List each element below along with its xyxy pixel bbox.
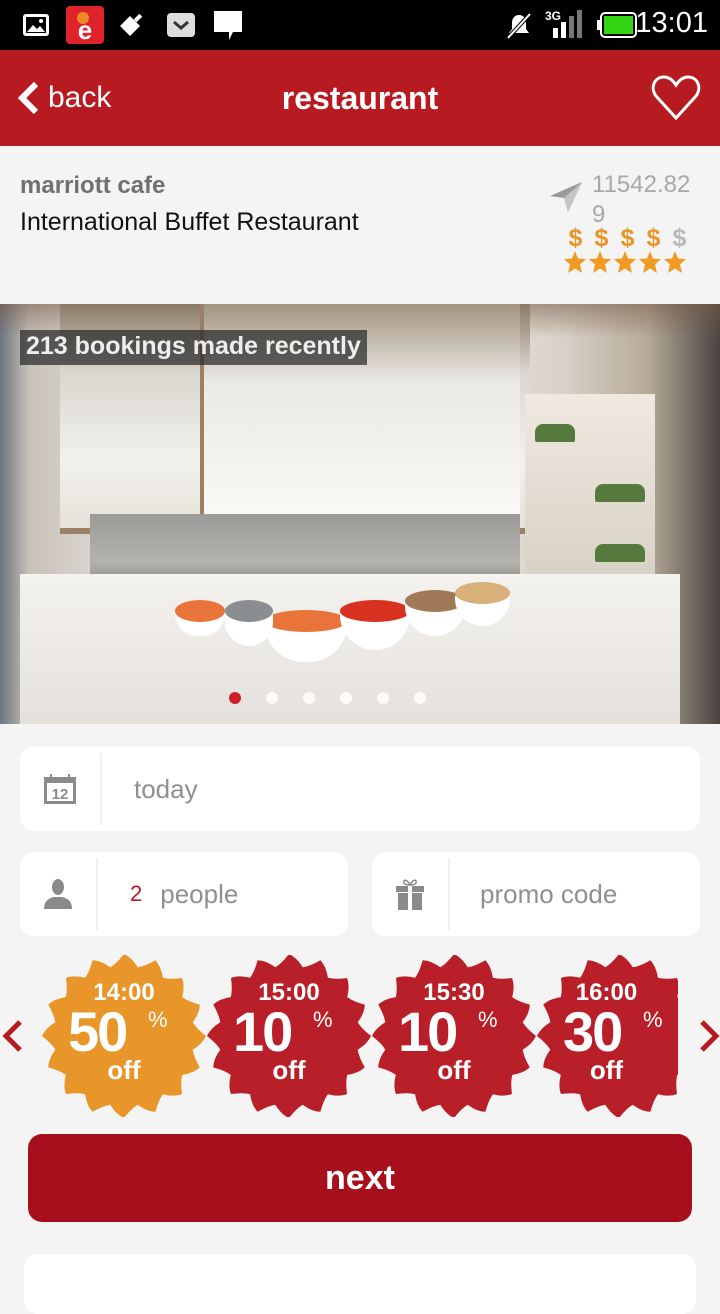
- deal-off-label: off: [272, 1055, 306, 1085]
- usb-debug-icon: [120, 13, 143, 36]
- deal-percent: %: [313, 1007, 333, 1032]
- star-icon: [639, 251, 661, 273]
- chevron-left-icon[interactable]: [0, 1018, 24, 1054]
- people-field[interactable]: 2 people: [20, 852, 348, 936]
- people-label: people: [160, 878, 239, 909]
- star-icon: [564, 251, 586, 273]
- deal-percent: %: [643, 1007, 663, 1032]
- mail-icon: [167, 13, 195, 37]
- battery-icon: [597, 12, 637, 38]
- location-arrow-icon: [550, 182, 582, 212]
- date-field[interactable]: 12 today: [20, 747, 700, 831]
- restaurant-name: marriott cafe: [20, 172, 166, 199]
- deal-badge[interactable]: 14:00 50 % off: [40, 955, 208, 1117]
- pagination-dot[interactable]: [413, 692, 426, 704]
- promo-code-input[interactable]: promo code: [480, 852, 617, 936]
- divider: [448, 858, 450, 930]
- signal-3g-icon: 3G: [545, 9, 582, 38]
- bookings-badge: 213 bookings made recently: [20, 330, 367, 365]
- price-symbol: $: [620, 224, 635, 252]
- deal-percent: %: [478, 1007, 498, 1032]
- gallery-icon: [23, 14, 49, 36]
- app-bar: back restaurant: [0, 50, 720, 146]
- status-bar: e 3G 13:01: [0, 0, 720, 50]
- person-icon: [44, 879, 72, 909]
- message-icon: [214, 11, 242, 40]
- photo-shelf: [525, 394, 655, 594]
- clock: 13:01: [635, 7, 708, 39]
- app-e-icon: e: [66, 6, 104, 44]
- gallery-pagination: [0, 692, 720, 704]
- date-value: today: [134, 773, 198, 804]
- deal-off-label: off: [589, 1055, 624, 1085]
- next-button[interactable]: next: [28, 1134, 692, 1222]
- pagination-dot[interactable]: [302, 692, 315, 704]
- deal-badge[interactable]: 15:30 10 % off: [370, 955, 538, 1117]
- chevron-right-icon[interactable]: [698, 1018, 720, 1054]
- svg-text:12: 12: [52, 786, 69, 803]
- price-level: $ $ $ $ $: [564, 224, 691, 253]
- pagination-dot[interactable]: [228, 692, 241, 704]
- mute-icon: [506, 12, 532, 40]
- svg-text:e: e: [78, 15, 92, 44]
- people-count: 2: [130, 881, 143, 906]
- distance-value: 11542.829: [592, 171, 691, 228]
- deal-percent: %: [148, 1007, 168, 1032]
- price-symbol: $: [646, 224, 661, 252]
- svg-text:3G: 3G: [545, 9, 561, 23]
- calendar-icon: 12: [44, 774, 76, 804]
- restaurant-photo[interactable]: 213 bookings made recently: [0, 304, 720, 724]
- divider: [96, 858, 98, 930]
- price-symbol: $: [594, 224, 609, 252]
- price-symbol: $: [672, 224, 687, 252]
- deal-off-label: off: [107, 1055, 141, 1085]
- deal-off-label: off: [437, 1055, 471, 1085]
- restaurant-type: International Buffet Restaurant: [20, 208, 359, 236]
- restaurant-info: marriott cafe International Buffet Resta…: [0, 146, 720, 304]
- pagination-dot[interactable]: [376, 692, 389, 704]
- star-icon: [614, 251, 636, 273]
- heart-outline-icon[interactable]: [650, 74, 702, 122]
- bottom-card: [24, 1254, 696, 1314]
- promo-code-field[interactable]: promo code: [372, 852, 700, 936]
- price-symbol: $: [568, 224, 583, 252]
- divider: [100, 753, 102, 825]
- gift-icon: [396, 879, 424, 910]
- star-icon: [664, 251, 686, 273]
- pagination-dot[interactable]: [265, 692, 278, 704]
- deal-badge[interactable]: 16:00 30 % off: [535, 955, 678, 1117]
- deal-badge[interactable]: 15:00 10 % off: [205, 955, 373, 1117]
- rating-stars: [563, 250, 687, 274]
- star-icon: [589, 251, 611, 273]
- page-title: restaurant: [281, 80, 439, 116]
- pagination-dot[interactable]: [339, 692, 352, 704]
